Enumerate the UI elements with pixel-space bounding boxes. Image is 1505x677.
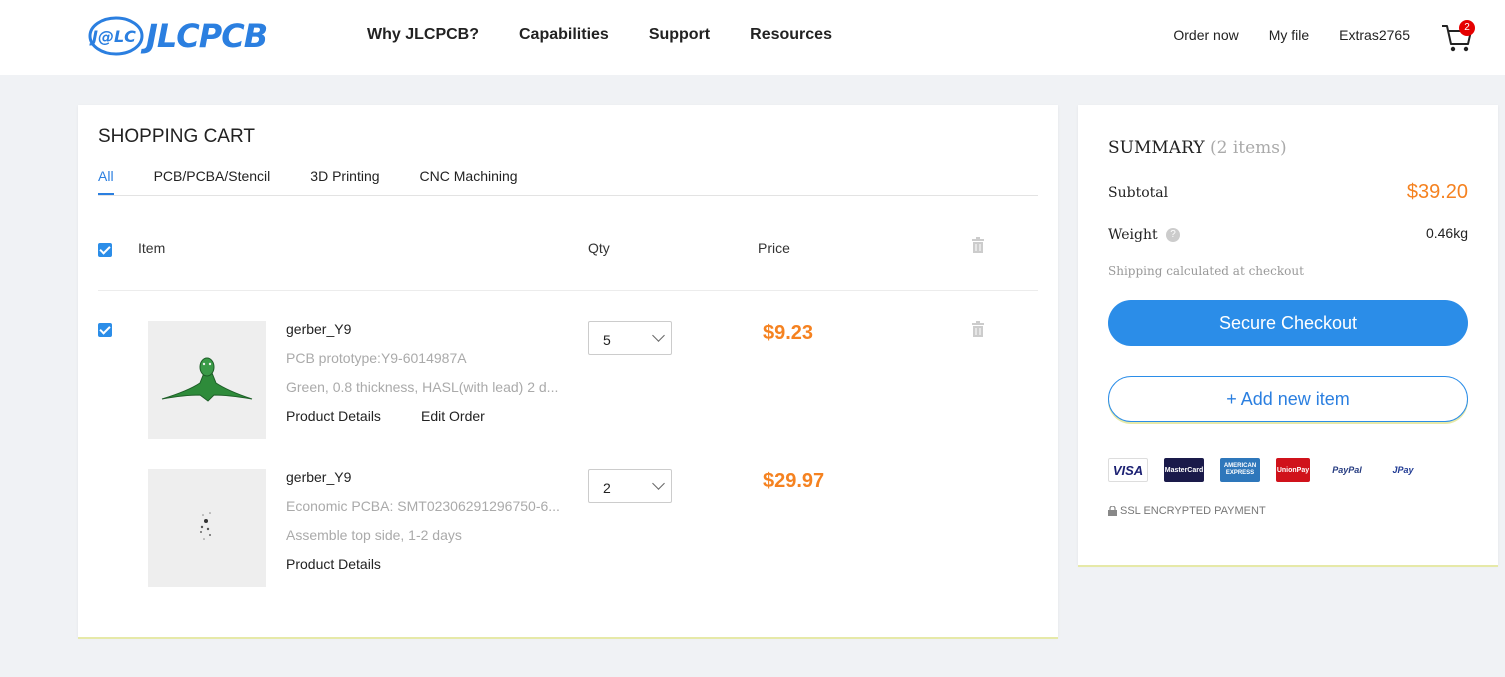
tab-pcb-pcba-stencil[interactable]: PCB/PCBA/Stencil	[154, 168, 271, 195]
logo-mark-icon: J@LC	[88, 16, 144, 56]
pcba-thumbnail[interactable]	[148, 469, 266, 587]
american-express-icon: AMERICAN EXPRESS	[1220, 458, 1260, 482]
product-details-link[interactable]: Product Details	[286, 408, 381, 424]
logo-mark-text: J@LC	[89, 27, 136, 46]
ssl-notice: SSL ENCRYPTED PAYMENT	[1108, 505, 1266, 517]
account-links: Order now My file Extras2765	[1143, 27, 1410, 43]
pcb-thumbnail[interactable]	[148, 321, 266, 439]
payment-methods: VISA MasterCard AMERICAN EXPRESS UnionPa…	[1108, 458, 1438, 482]
chevron-down-icon	[652, 329, 665, 342]
order-summary-panel: SUMMARY (2 items) Subtotal $39.20 Weight…	[1078, 105, 1498, 565]
nav-resources[interactable]: Resources	[750, 26, 832, 44]
ssl-text: SSL ENCRYPTED PAYMENT	[1120, 505, 1266, 517]
tab-all[interactable]: All	[98, 168, 114, 195]
subtotal-value: $39.20	[1406, 181, 1468, 203]
cart-title: SHOPPING CART	[98, 126, 255, 147]
item-name: gerber_Y9	[286, 469, 352, 485]
quantity-select[interactable]: 5	[588, 321, 672, 355]
jpay-icon: JPay	[1384, 458, 1422, 482]
item-description: Economic PCBA: SMT02306291296750-6...	[286, 498, 560, 514]
logo-wordmark: JLCPCB	[146, 17, 268, 55]
product-details-link[interactable]: Product Details	[286, 556, 381, 572]
edit-order-link[interactable]: Edit Order	[421, 408, 485, 424]
pcb-image-icon	[161, 357, 253, 402]
shopping-cart-panel: SHOPPING CART All PCB/PCBA/Stencil 3D Pr…	[78, 105, 1058, 637]
order-now-link[interactable]: Order now	[1173, 27, 1238, 43]
main-nav: Why JLCPCB? Capabilities Support Resourc…	[367, 26, 872, 44]
nav-why-jlcpcb[interactable]: Why JLCPCB?	[367, 26, 479, 44]
unionpay-icon: UnionPay	[1276, 458, 1310, 482]
jlcpcb-logo[interactable]: J@LC JLCPCB	[88, 12, 288, 60]
paypal-icon: PayPal	[1326, 458, 1368, 482]
summary-heading: SUMMARY	[1108, 138, 1205, 158]
top-header: J@LC JLCPCB Why JLCPCB? Capabilities Sup…	[0, 0, 1505, 75]
tab-cnc-machining[interactable]: CNC Machining	[420, 168, 518, 195]
summary-item-count: (2 items)	[1209, 138, 1287, 158]
weight-label-row: Weight ?	[1108, 227, 1181, 243]
nav-capabilities[interactable]: Capabilities	[519, 26, 609, 44]
header-divider	[98, 290, 1038, 291]
tab-3d-printing[interactable]: 3D Printing	[310, 168, 379, 195]
column-price: Price	[758, 240, 790, 256]
cart-button[interactable]: 2	[1440, 20, 1476, 56]
account-name-link[interactable]: Extras2765	[1339, 27, 1410, 43]
delete-item-trash-icon[interactable]	[971, 321, 985, 337]
pcba-image-icon	[200, 512, 211, 540]
summary-title: SUMMARY (2 items)	[1108, 138, 1287, 158]
my-file-link[interactable]: My file	[1269, 27, 1309, 43]
nav-support[interactable]: Support	[649, 26, 710, 44]
add-new-item-button[interactable]: + Add new item	[1108, 376, 1468, 422]
item-name: gerber_Y9	[286, 321, 352, 337]
item-checkbox[interactable]	[98, 323, 112, 337]
select-all-checkbox[interactable]	[98, 243, 112, 257]
secure-checkout-button[interactable]: Secure Checkout	[1108, 300, 1468, 346]
mastercard-icon: MasterCard	[1164, 458, 1204, 482]
quantity-value: 2	[603, 480, 611, 496]
lock-icon	[1108, 506, 1117, 516]
delete-selected-trash-icon[interactable]	[971, 237, 985, 253]
quantity-select[interactable]: 2	[588, 469, 672, 503]
cart-tabs: All PCB/PCBA/Stencil 3D Printing CNC Mac…	[98, 168, 1038, 196]
item-description: PCB prototype:Y9-6014987A	[286, 350, 467, 366]
item-specs: Assemble top side, 1-2 days	[286, 527, 462, 543]
shipping-note: Shipping calculated at checkout	[1108, 264, 1304, 278]
chevron-down-icon	[652, 477, 665, 490]
column-qty: Qty	[588, 240, 610, 256]
weight-label: Weight	[1108, 227, 1158, 243]
item-specs: Green, 0.8 thickness, HASL(with lead) 2 …	[286, 379, 559, 395]
weight-value: 0.46kg	[1425, 225, 1468, 241]
subtotal-label: Subtotal	[1108, 185, 1169, 201]
item-price: $9.23	[763, 322, 814, 344]
visa-icon: VISA	[1108, 458, 1148, 482]
quantity-value: 5	[603, 332, 611, 348]
cart-count-badge: 2	[1459, 20, 1475, 36]
column-item: Item	[138, 240, 166, 256]
help-icon[interactable]: ?	[1166, 228, 1181, 242]
item-price: $29.97	[763, 470, 825, 492]
